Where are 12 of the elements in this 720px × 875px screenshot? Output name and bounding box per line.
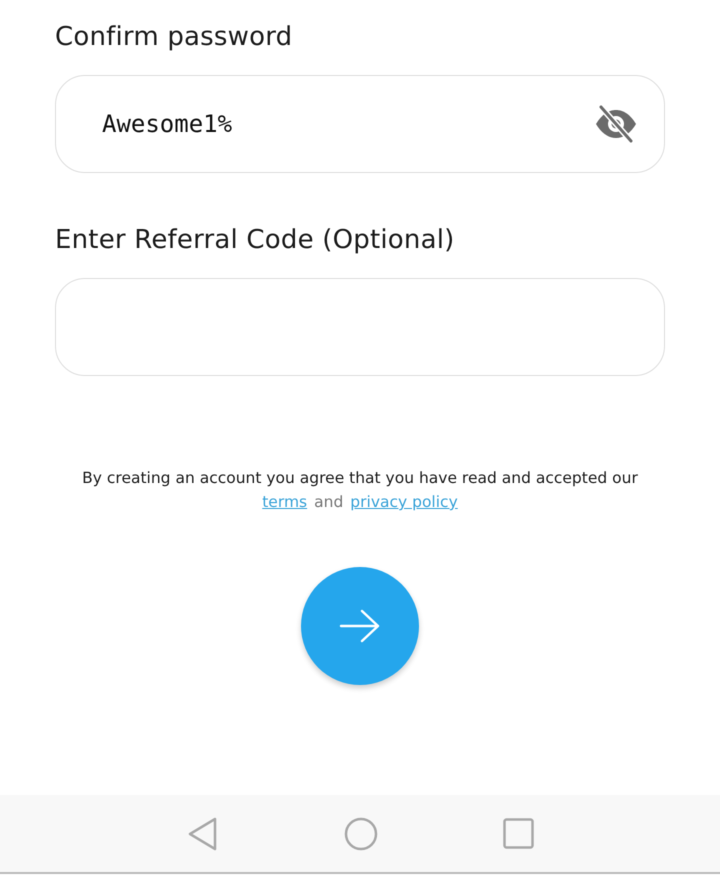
consent-text: By creating an account you agree that you have read and accepted our terms and privacy policy (81, 468, 639, 513)
password-field[interactable]: Awesome1% (55, 75, 665, 173)
home-icon[interactable] (344, 816, 378, 850)
eye-off-icon[interactable] (594, 105, 638, 143)
terms-link[interactable]: terms (262, 493, 308, 511)
field-label: Enter Referral Code (Optional) (55, 224, 456, 257)
back-icon[interactable] (186, 816, 218, 850)
field-label: Confirm password (55, 21, 294, 54)
arrow-right-icon (339, 609, 381, 643)
privacy-link[interactable]: privacy policy (350, 493, 458, 511)
recents-icon[interactable] (502, 818, 534, 849)
input-field[interactable] (55, 278, 665, 376)
